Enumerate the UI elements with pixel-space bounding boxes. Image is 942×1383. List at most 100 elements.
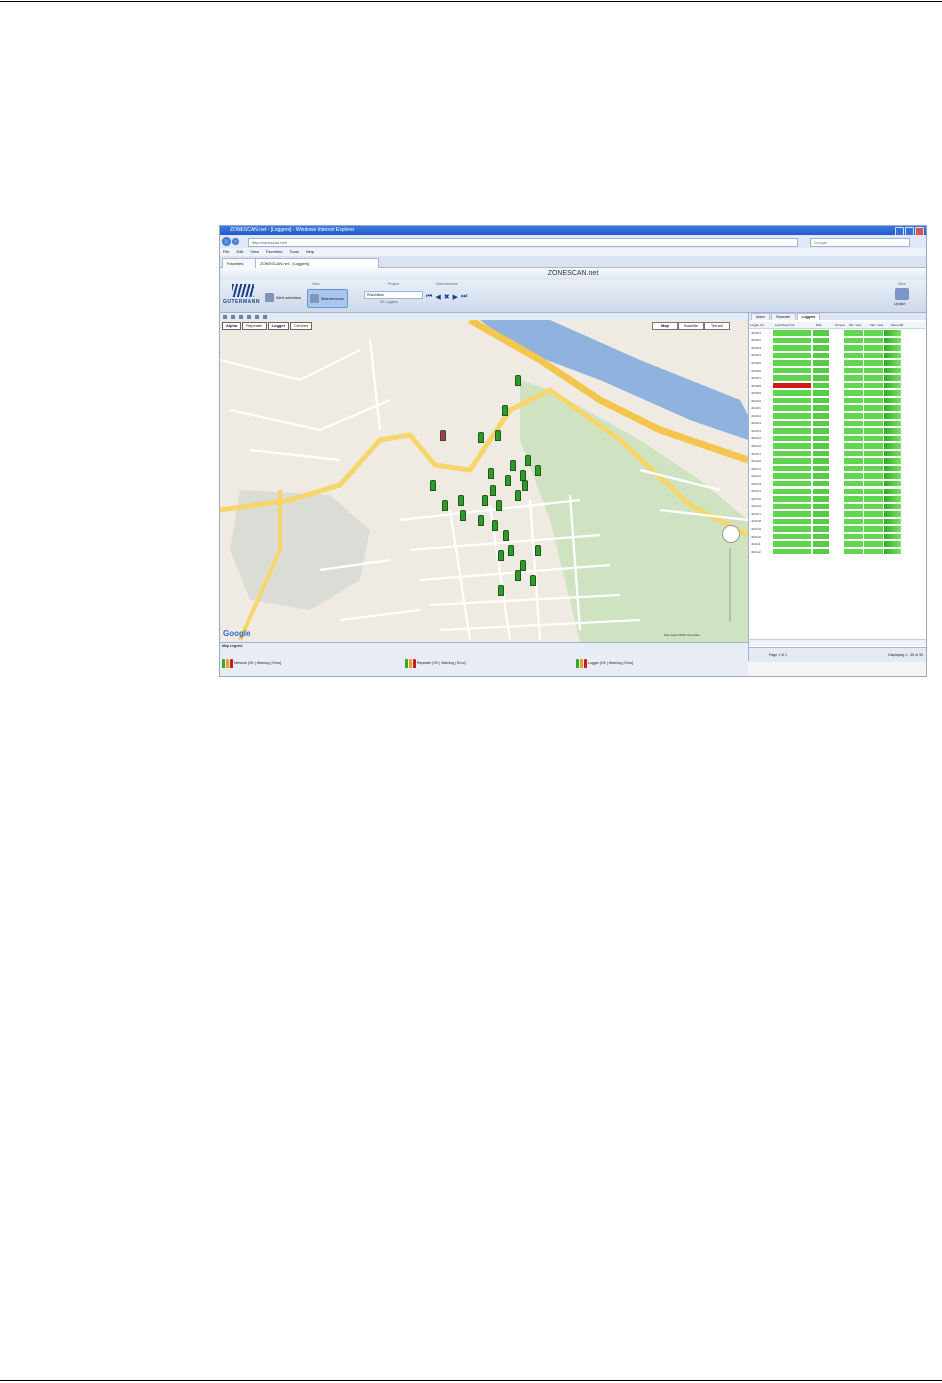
table-row[interactable]: 402015 (749, 435, 926, 443)
table-row[interactable]: 402104 (749, 487, 926, 495)
project-select[interactable]: Rüschlikon (364, 291, 423, 299)
logger-marker-icon[interactable] (522, 480, 528, 491)
tab-repeater[interactable]: Repeater (771, 313, 796, 320)
maintenance-button[interactable]: Maintenance (307, 289, 348, 308)
zoom-in-icon[interactable] (255, 314, 259, 319)
horizontal-scrollbar[interactable] (749, 639, 926, 646)
map-type-satellite[interactable]: Satellite (678, 322, 704, 330)
page-tab[interactable]: ZONESCAN.net - [Loggers] (255, 258, 379, 268)
logger-marker-icon[interactable] (460, 510, 466, 521)
logger-marker-icon[interactable] (510, 460, 516, 471)
column-header[interactable]: Min. Velo. (848, 322, 869, 328)
map-type-terrain[interactable]: Terrain (704, 322, 730, 330)
table-row[interactable]: 402110 (749, 533, 926, 541)
menu-item-view[interactable]: View (250, 248, 259, 256)
logger-marker-icon[interactable] (490, 485, 496, 496)
table-row[interactable]: 402112 (749, 548, 926, 556)
table-row[interactable]: 402010 (749, 397, 926, 405)
logger-marker-icon[interactable] (478, 515, 484, 526)
layer-logger[interactable]: Logger (267, 322, 290, 330)
table-row[interactable]: 402005 (749, 359, 926, 367)
logger-marker-icon[interactable] (505, 475, 511, 486)
logger-marker-icon[interactable] (502, 405, 508, 416)
table-row[interactable]: 402109 (749, 525, 926, 533)
stop-icon[interactable]: ✖ (444, 293, 450, 301)
layer-alpha[interactable]: Alpha (222, 322, 242, 330)
logger-marker-icon[interactable] (492, 520, 498, 531)
url-field[interactable]: http://zonescan.net/ (248, 238, 798, 247)
layer-centres[interactable]: Centres (290, 322, 313, 330)
pan-control[interactable] (722, 525, 740, 543)
table-row[interactable]: 402101 (749, 465, 926, 473)
logger-marker-icon[interactable] (508, 545, 514, 556)
pager-label[interactable]: Page 1 of 1 (769, 653, 787, 657)
menu-item-edit[interactable]: Edit (236, 248, 243, 256)
save-icon[interactable] (895, 288, 909, 300)
logger-marker-icon[interactable] (525, 455, 531, 466)
logger-marker-icon[interactable] (535, 465, 541, 476)
column-header[interactable]: Mean dB (890, 322, 908, 328)
column-header[interactable]: Logger No. (749, 322, 774, 328)
zoom-slider[interactable] (729, 548, 731, 622)
menu-item-help[interactable]: Help (306, 248, 314, 256)
table-row[interactable]: 402105 (749, 495, 926, 503)
tab-loggers[interactable]: Loggers (796, 313, 821, 320)
measure-icon[interactable] (239, 314, 243, 319)
search-input[interactable]: Google (810, 238, 910, 247)
logger-marker-icon[interactable] (498, 550, 504, 561)
logger-marker-icon[interactable] (430, 480, 436, 491)
table-row[interactable]: 402017 (749, 450, 926, 458)
logger-marker-icon[interactable] (520, 560, 526, 571)
table-row[interactable]: 402003 (749, 344, 926, 352)
logger-marker-icon[interactable] (488, 468, 494, 479)
table-row[interactable]: 402103 (749, 480, 926, 488)
column-header[interactable]: Max. Velo. (869, 322, 890, 328)
alert-selection-button[interactable]: Alert selection (263, 289, 304, 306)
column-header[interactable]: Temper. (834, 322, 848, 328)
first-record-icon[interactable]: ⏮ (426, 293, 432, 301)
pan-icon[interactable] (231, 314, 235, 319)
table-row[interactable]: 402006 (749, 367, 926, 375)
tab-alarm[interactable]: Alarm (751, 313, 771, 320)
logger-marker-icon[interactable] (503, 530, 509, 541)
menu-item-favorites[interactable]: Favorites (266, 248, 282, 256)
favorites-tab[interactable]: Favorites (222, 258, 256, 268)
table-row[interactable]: 402111 (749, 540, 926, 548)
logger-marker-icon[interactable] (535, 545, 541, 556)
forward-icon[interactable] (232, 238, 239, 245)
logger-marker-icon[interactable] (515, 570, 521, 581)
menu-item-tools[interactable]: Tools (289, 248, 298, 256)
logger-marker-icon[interactable] (498, 585, 504, 596)
table-row[interactable]: 402102 (749, 472, 926, 480)
table-row[interactable]: 402108 (749, 518, 926, 526)
last-record-icon[interactable]: ⏭ (461, 293, 467, 301)
menu-item-file[interactable]: File (223, 248, 229, 256)
table-row[interactable]: 402007 (749, 374, 926, 382)
next-record-icon[interactable]: ▶ (453, 293, 458, 301)
table-row[interactable]: 402106 (749, 503, 926, 511)
table-row[interactable]: 402009 (749, 389, 926, 397)
table-row[interactable]: 402018 (749, 457, 926, 465)
table-row[interactable]: 402004 (749, 352, 926, 360)
zoom-out-icon[interactable] (263, 314, 267, 319)
table-row[interactable]: 402014 (749, 427, 926, 435)
logger-marker-icon[interactable] (478, 432, 484, 443)
logger-marker-icon[interactable] (496, 500, 502, 511)
logger-marker-icon[interactable] (442, 500, 448, 511)
table-row[interactable]: 402011 (749, 404, 926, 412)
table-row[interactable]: 402001 (749, 329, 926, 337)
draw-icon[interactable] (247, 314, 251, 319)
logger-marker-icon[interactable] (515, 490, 521, 501)
table-row[interactable]: 402012 (749, 412, 926, 420)
logger-marker-icon[interactable] (458, 495, 464, 506)
table-row[interactable]: 402013 (749, 420, 926, 428)
prev-record-icon[interactable]: ◀ (435, 293, 440, 301)
layer-repeater[interactable]: Repeater (242, 322, 267, 330)
logger-marker-icon[interactable] (530, 575, 536, 586)
select-icon[interactable] (223, 314, 227, 319)
map-type-map[interactable]: Map (652, 322, 678, 330)
logger-marker-icon[interactable] (495, 430, 501, 441)
logger-marker-icon[interactable] (515, 375, 521, 386)
logger-marker-icon[interactable] (482, 495, 488, 506)
logger-marker-icon[interactable] (440, 430, 446, 441)
